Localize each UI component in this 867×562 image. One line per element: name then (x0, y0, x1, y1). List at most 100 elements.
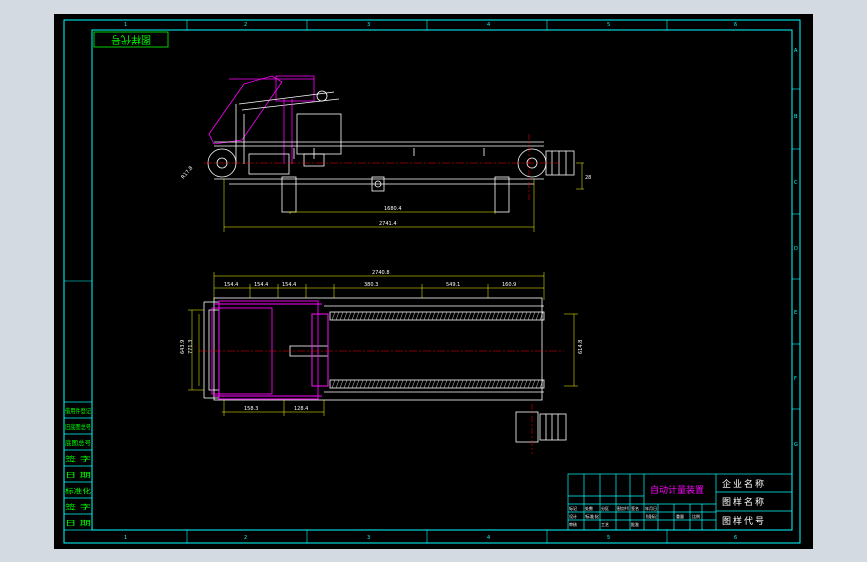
col-label: 2 (244, 22, 247, 28)
side-dim-total: 2741.4 (379, 221, 397, 227)
col-label: 5 (607, 22, 610, 28)
hatch-line (447, 311, 452, 321)
hatch-line (439, 379, 444, 389)
hatch-line (403, 379, 408, 389)
row-label: C (794, 180, 798, 186)
row-label: D (794, 246, 798, 252)
top-dim-seg3: 154.4 (282, 282, 296, 288)
top-stamp: 图样代号 (93, 31, 169, 48)
top-view (203, 297, 567, 443)
hatch-line (363, 379, 368, 389)
hatch-line (531, 379, 536, 389)
tb-label: 阶段标记 (646, 513, 657, 519)
side-view (207, 75, 575, 213)
top-dim-right-h: 614.8 (578, 340, 584, 354)
top-dim-left-h2: 643.9 (180, 340, 186, 354)
left-block-cell: 签 字 (65, 502, 92, 511)
hatch-line (363, 311, 368, 321)
hatch-line (359, 311, 364, 321)
inner-frame (91, 29, 793, 531)
tb-label: 标准化 (585, 513, 599, 519)
hatch-line (379, 379, 384, 389)
hatch-line (351, 379, 356, 389)
hatch-line (507, 311, 512, 321)
hatch-line (535, 311, 540, 321)
hatch-line (499, 379, 504, 389)
hatch-line (539, 379, 544, 389)
left-block-cell: 底图总号 (65, 438, 92, 447)
hatch-line (355, 311, 360, 321)
col-label: 4 (487, 535, 490, 541)
hatch-line (423, 379, 428, 389)
hatch-line (451, 379, 456, 389)
cad-viewport[interactable]: 1 2 3 4 5 6 1 2 3 4 5 6 A B C D E F G 图样… (54, 14, 813, 549)
hatch-line (443, 379, 448, 389)
row-label: E (794, 310, 797, 316)
left-block-cell: 签 字 (65, 454, 92, 463)
hatch-line (511, 379, 516, 389)
drawing-sheet: 1 2 3 4 5 6 1 2 3 4 5 6 A B C D E F G 图样… (63, 19, 801, 544)
hatch-line (359, 379, 364, 389)
tb-label: 年月日 (645, 505, 657, 511)
side-dim-angle: R17.8 (180, 165, 194, 180)
side-dim-right: 28 (585, 175, 591, 181)
hatch-line (511, 311, 516, 321)
hatch-line (407, 379, 412, 389)
tb-label: 签名 (631, 505, 639, 511)
hatch-line (403, 311, 408, 321)
hatch-line (479, 379, 484, 389)
top-dim-bot2: 128.4 (294, 406, 308, 412)
top-hopper (211, 300, 329, 400)
hatch-line (407, 311, 412, 321)
hatch-line (427, 311, 432, 321)
hatch-line (475, 379, 480, 389)
hatch-line (515, 379, 520, 389)
tb-label: 处数 (585, 505, 593, 511)
hatch-line (439, 311, 444, 321)
hatch-line (487, 379, 492, 389)
hatch-line (335, 379, 340, 389)
pattern-code: 图样代号 (722, 515, 766, 527)
left-block-cell: 旧底图总号 (65, 422, 91, 431)
hatch-line (503, 379, 508, 389)
left-block-cell: 借用件登记 (65, 406, 91, 415)
hatch-line (487, 311, 492, 321)
hatch-line (539, 311, 544, 321)
hatch-line (387, 311, 392, 321)
hatch-line (535, 379, 540, 389)
hatch-line (471, 379, 476, 389)
hatch-line (431, 379, 436, 389)
hatch-line (491, 379, 496, 389)
hatch-line (371, 379, 376, 389)
hatch-line (399, 311, 404, 321)
hatch-line (355, 379, 360, 389)
col-label: 2 (244, 535, 247, 541)
hatch-line (503, 311, 508, 321)
hatch-line (443, 311, 448, 321)
rail-hatch (331, 311, 544, 389)
hatch-line (411, 311, 416, 321)
hatch-line (459, 311, 464, 321)
hatch-line (423, 311, 428, 321)
left-block-cell: 标准化 (65, 486, 92, 495)
stamp-text: 图样代号 (111, 33, 151, 46)
hatch-line (527, 311, 532, 321)
left-block-cell: 日 期 (65, 519, 92, 527)
col-label: 3 (367, 535, 370, 541)
top-dim-bot1: 158.3 (244, 406, 258, 412)
top-dim-left-h: 771.3 (188, 340, 194, 354)
tb-label: 批准 (631, 521, 639, 527)
hatch-line (391, 379, 396, 389)
hatch-line (495, 311, 500, 321)
tb-label: 工艺 (601, 522, 609, 527)
hatch-line (331, 311, 336, 321)
hatch-line (435, 379, 440, 389)
hatch-line (347, 379, 352, 389)
tb-label: 比例 (692, 513, 700, 519)
side-dimensions (223, 162, 584, 232)
hatch-line (379, 311, 384, 321)
hatch-line (483, 379, 488, 389)
hatch-line (495, 379, 500, 389)
tb-label: 审核 (569, 521, 577, 527)
hatch-line (467, 311, 472, 321)
